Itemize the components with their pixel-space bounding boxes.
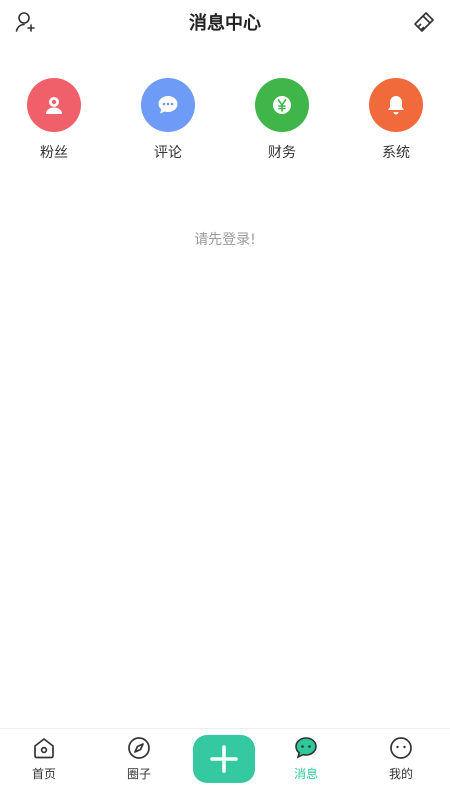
tab-messages[interactable]: 消息 — [271, 735, 341, 782]
system-circle — [369, 78, 423, 132]
tab-home-label: 首页 — [31, 767, 56, 781]
clear-broom-icon[interactable] — [412, 10, 436, 34]
bell-icon — [388, 96, 404, 115]
comment-icon — [158, 96, 178, 114]
login-prompt[interactable]: 请先登录! — [0, 229, 450, 249]
system-label: 系统 — [382, 145, 410, 161]
yen-icon — [273, 96, 291, 114]
user-badge-icon — [46, 97, 62, 114]
category-system[interactable]: 系统 — [356, 78, 436, 162]
finance-label: 财务 — [268, 145, 296, 161]
compass-icon — [128, 737, 150, 759]
tab-messages-label: 消息 — [293, 767, 318, 781]
category-finance[interactable]: 财务 — [242, 78, 322, 162]
chat-icon — [295, 737, 317, 759]
tab-circle-label: 圈子 — [126, 767, 151, 781]
bottom-tab-bar: 首页 圈子 消息 我的 — [0, 728, 450, 790]
plus-icon — [210, 745, 238, 773]
finance-circle — [255, 78, 309, 132]
publish-button[interactable] — [193, 735, 255, 783]
tab-circle[interactable]: 圈子 — [104, 735, 174, 782]
tab-mine-label: 我的 — [388, 767, 413, 781]
comments-circle — [141, 78, 195, 132]
fans-label: 粉丝 — [40, 145, 68, 161]
category-comments[interactable]: 评论 — [128, 78, 208, 162]
smile-icon — [390, 737, 412, 759]
tab-home[interactable]: 首页 — [9, 735, 79, 782]
page-title: 消息中心 — [189, 13, 261, 34]
category-fans[interactable]: 粉丝 — [14, 78, 94, 162]
fans-circle — [27, 78, 81, 132]
tab-mine[interactable]: 我的 — [366, 735, 436, 782]
comments-label: 评论 — [154, 145, 182, 161]
header: 消息中心 — [0, 0, 450, 44]
home-icon — [34, 738, 54, 759]
message-categories: 粉丝 评论 财务 系统 — [0, 78, 450, 168]
